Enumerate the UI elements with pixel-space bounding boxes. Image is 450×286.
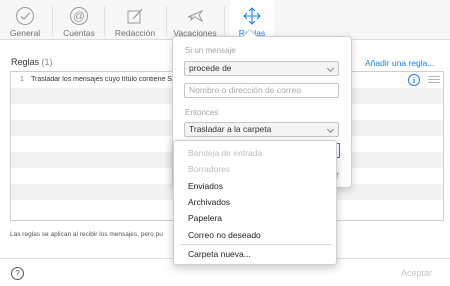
menu-item-borradores: Borradores — [188, 164, 231, 174]
action-select[interactable]: Trasladar a la carpeta — [184, 122, 339, 137]
menu-item-enviados[interactable]: Enviados — [188, 181, 223, 191]
folder-dropdown-menu: Bandeja de entrada Borradores Enviados A… — [173, 140, 337, 265]
then-label: Entonces — [185, 108, 219, 117]
menu-item-correo-no-deseado[interactable]: Correo no deseado — [188, 230, 261, 240]
toolbar: General @ Cuentas Redacción Vacaciones R… — [0, 0, 450, 40]
address-field[interactable]: Nombre o dirección de correo — [184, 83, 339, 98]
drag-handle-icon[interactable] — [428, 76, 440, 84]
info-icon[interactable]: i — [408, 74, 420, 86]
menu-divider — [180, 244, 332, 245]
toolbar-divider — [166, 6, 167, 36]
tab-general[interactable]: General — [4, 0, 46, 40]
at-sign-icon: @ — [68, 5, 90, 27]
add-rule-link[interactable]: Añadir una regla... — [365, 58, 434, 68]
condition-select[interactable]: procede de — [184, 61, 339, 76]
menu-item-archivados[interactable]: Archivados — [188, 197, 230, 207]
tab-redaccion[interactable]: Redacción — [110, 0, 160, 40]
rules-title-label: Reglas — [11, 57, 40, 67]
menu-item-papelera[interactable]: Papelera — [188, 213, 222, 223]
toolbar-divider — [104, 6, 105, 36]
toolbar-divider — [52, 6, 53, 36]
compose-icon — [124, 5, 146, 27]
toolbar-divider — [224, 6, 225, 36]
rules-title: Reglas (1) — [11, 57, 53, 67]
action-select-value: Trasladar a la carpeta — [189, 124, 272, 134]
rules-count: (1) — [41, 57, 53, 67]
question-mark-icon[interactable]: ? — [11, 267, 24, 280]
tab-cuentas[interactable]: @ Cuentas — [58, 0, 100, 40]
chevron-down-icon — [326, 64, 335, 73]
menu-item-bandeja-de-entrada: Bandeja de entrada — [188, 148, 263, 158]
tab-cuentas-label: Cuentas — [63, 28, 95, 38]
tab-general-label: General — [9, 28, 41, 38]
condition-select-value: procede de — [189, 63, 232, 73]
svg-text:@: @ — [73, 9, 85, 23]
arrows-move-icon — [241, 5, 263, 27]
tab-vacaciones[interactable]: Vacaciones — [172, 0, 218, 40]
if-label: Si un mensaje — [185, 46, 236, 55]
accept-button[interactable]: Aceptar — [401, 268, 432, 278]
rules-footnote: Las reglas se aplican al recibir los men… — [10, 231, 163, 238]
chevron-down-icon — [326, 125, 335, 134]
airplane-icon — [184, 5, 206, 27]
menu-item-carpeta-nueva[interactable]: Carpeta nueva... — [188, 249, 251, 259]
rule-description: Trasladar los mensajes cuyo título conti… — [31, 76, 172, 83]
rule-number: 1 — [20, 76, 24, 83]
checkmark-circle-icon — [14, 5, 36, 27]
tab-redaccion-label: Redacción — [114, 28, 156, 38]
